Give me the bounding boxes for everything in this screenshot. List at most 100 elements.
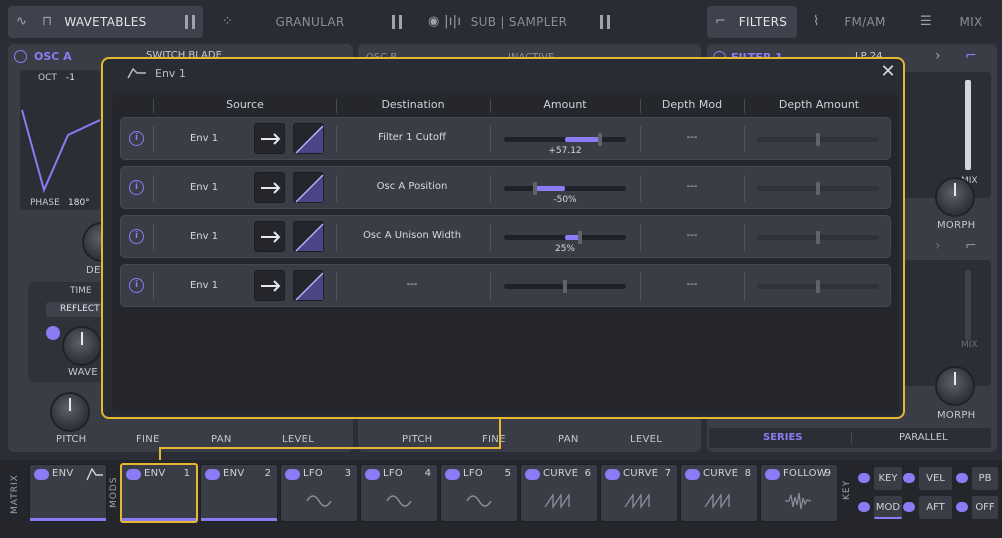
tab-filters[interactable]: ⌐ FILTERS <box>707 6 797 38</box>
amount-thumb[interactable] <box>532 182 537 195</box>
depth-amount-slider[interactable] <box>757 280 879 293</box>
parallel-button[interactable]: PARALLEL <box>899 432 948 443</box>
mix-slider[interactable] <box>965 80 971 170</box>
chevron-right-icon[interactable]: › <box>935 48 941 64</box>
curve-shape-button[interactable] <box>293 123 324 154</box>
pause-icon[interactable] <box>185 15 195 29</box>
tab-sub-sampler[interactable]: ◉ |ı|ı SUB | SAMPLER <box>420 6 618 38</box>
arrow-right-button[interactable] <box>254 172 285 203</box>
curve-shape-button[interactable] <box>293 270 324 301</box>
depth-mod-value[interactable]: --- <box>641 118 743 157</box>
depth-mod-value[interactable]: --- <box>641 167 743 206</box>
morph-knob[interactable] <box>937 179 973 215</box>
amount-slider[interactable] <box>504 280 626 293</box>
depth-amount-thumb[interactable] <box>816 280 820 293</box>
info-icon[interactable]: i <box>129 131 144 146</box>
drag-handle-icon[interactable] <box>956 502 968 512</box>
destination-value[interactable]: Filter 1 Cutoff <box>337 118 487 157</box>
drag-handle-icon[interactable] <box>126 469 141 480</box>
key-button-mod[interactable]: MOD <box>874 496 902 519</box>
amount-thumb[interactable] <box>563 280 567 293</box>
key-button-pb[interactable]: PB <box>972 467 998 490</box>
mix-slider[interactable] <box>965 270 971 340</box>
key-button-aft[interactable]: AFT <box>919 496 952 519</box>
drag-handle-icon[interactable] <box>858 502 870 512</box>
drag-handle-icon[interactable] <box>685 469 700 480</box>
amount-value: +57.12 <box>548 146 582 156</box>
octave-value[interactable]: -1 <box>66 73 75 83</box>
mod-slot-env-1[interactable]: ENV 1 <box>120 463 198 523</box>
pause-icon[interactable] <box>600 15 610 29</box>
drag-handle-icon[interactable] <box>34 469 49 480</box>
depth-amount-thumb[interactable] <box>816 133 820 146</box>
arrow-right-button[interactable] <box>254 221 285 252</box>
drag-handle-icon[interactable] <box>205 469 220 480</box>
mix-icon: ☰ <box>920 14 932 29</box>
depth-amount-thumb[interactable] <box>816 231 820 244</box>
mod-slot-follow-9[interactable]: FOLLOW 9 <box>760 464 838 522</box>
drag-handle-icon[interactable] <box>525 469 540 480</box>
mod-slot-curve-8[interactable]: CURVE 8 <box>680 464 758 522</box>
amount-slider[interactable] <box>504 182 626 195</box>
close-icon[interactable]: ✕ <box>879 63 897 81</box>
depth-amount-slider[interactable] <box>757 133 879 146</box>
series-button[interactable]: SERIES <box>763 432 803 443</box>
mod-slot-lfo-3[interactable]: LFO 3 <box>280 464 358 522</box>
source-value[interactable]: Env 1 <box>157 265 251 306</box>
drag-handle-icon[interactable] <box>365 469 380 480</box>
key-button-vel[interactable]: VEL <box>919 467 952 490</box>
arrow-right-button[interactable] <box>254 123 285 154</box>
mod-slot-curve-6[interactable]: CURVE 6 <box>520 464 598 522</box>
tab-label: FM/AM <box>844 15 886 29</box>
pitch-knob[interactable] <box>52 394 88 430</box>
source-value[interactable]: Env 1 <box>157 167 251 208</box>
power-icon[interactable] <box>14 50 27 63</box>
destination-value[interactable]: Osc A Position <box>337 167 487 206</box>
source-value[interactable]: Env 1 <box>157 118 251 159</box>
mod-slot-env-2[interactable]: ENV 2 <box>200 464 278 522</box>
info-icon[interactable]: i <box>129 180 144 195</box>
drag-handle-icon[interactable] <box>903 502 915 512</box>
mod-slot-env[interactable]: ENV <box>29 464 107 522</box>
depth-amount-slider[interactable] <box>757 182 879 195</box>
amount-thumb[interactable] <box>578 231 583 244</box>
depth-amount-slider[interactable] <box>757 231 879 244</box>
drag-handle-icon[interactable] <box>605 469 620 480</box>
mod-slot-lfo-5[interactable]: LFO 5 <box>440 464 518 522</box>
destination-value[interactable]: --- <box>337 265 487 304</box>
amount-slider[interactable] <box>504 231 626 244</box>
depth-mod-value[interactable]: --- <box>641 216 743 255</box>
amount-thumb[interactable] <box>597 133 602 146</box>
curve-shape-button[interactable] <box>293 172 324 203</box>
curve-shape-button[interactable] <box>293 221 324 252</box>
morph-knob[interactable] <box>937 368 973 404</box>
key-button-key[interactable]: KEY <box>874 467 902 490</box>
source-value[interactable]: Env 1 <box>157 216 251 257</box>
drag-handle-icon[interactable] <box>956 473 968 483</box>
tab-mix[interactable]: ☰ MIX <box>910 6 1002 38</box>
drag-handle-icon[interactable] <box>858 473 870 483</box>
pause-icon[interactable] <box>392 15 402 29</box>
depth-amount-thumb[interactable] <box>816 182 820 195</box>
arrow-right-button[interactable] <box>254 270 285 301</box>
amount-slider[interactable] <box>504 133 626 146</box>
info-icon[interactable]: i <box>129 278 144 293</box>
phase-value[interactable]: 180° <box>68 198 90 208</box>
key-button-off[interactable]: OFF <box>972 496 998 519</box>
arrow-right-icon <box>261 182 281 194</box>
tab-fm-am[interactable]: ⌇ FM/AM <box>805 6 905 38</box>
tab-granular[interactable]: ⁘ GRANULAR <box>210 6 410 38</box>
destination-value[interactable]: Osc A Unison Width <box>337 216 487 255</box>
wave-knob[interactable] <box>64 328 100 364</box>
mod-slot-lfo-4[interactable]: LFO 4 <box>360 464 438 522</box>
drag-handle-icon[interactable] <box>285 469 300 480</box>
mod-slot-curve-7[interactable]: CURVE 7 <box>600 464 678 522</box>
drag-handle-icon[interactable] <box>445 469 460 480</box>
drag-handle-icon[interactable] <box>765 469 780 480</box>
chevron-right-icon[interactable]: › <box>935 238 941 254</box>
wavetable-display[interactable]: OCT -1 PHASE 180° <box>20 70 100 210</box>
depth-mod-value[interactable]: --- <box>641 265 743 304</box>
info-icon[interactable]: i <box>129 229 144 244</box>
drag-handle-icon[interactable] <box>903 473 915 483</box>
tab-wavetables[interactable]: ∿ ⊓ WAVETABLES <box>8 6 203 38</box>
